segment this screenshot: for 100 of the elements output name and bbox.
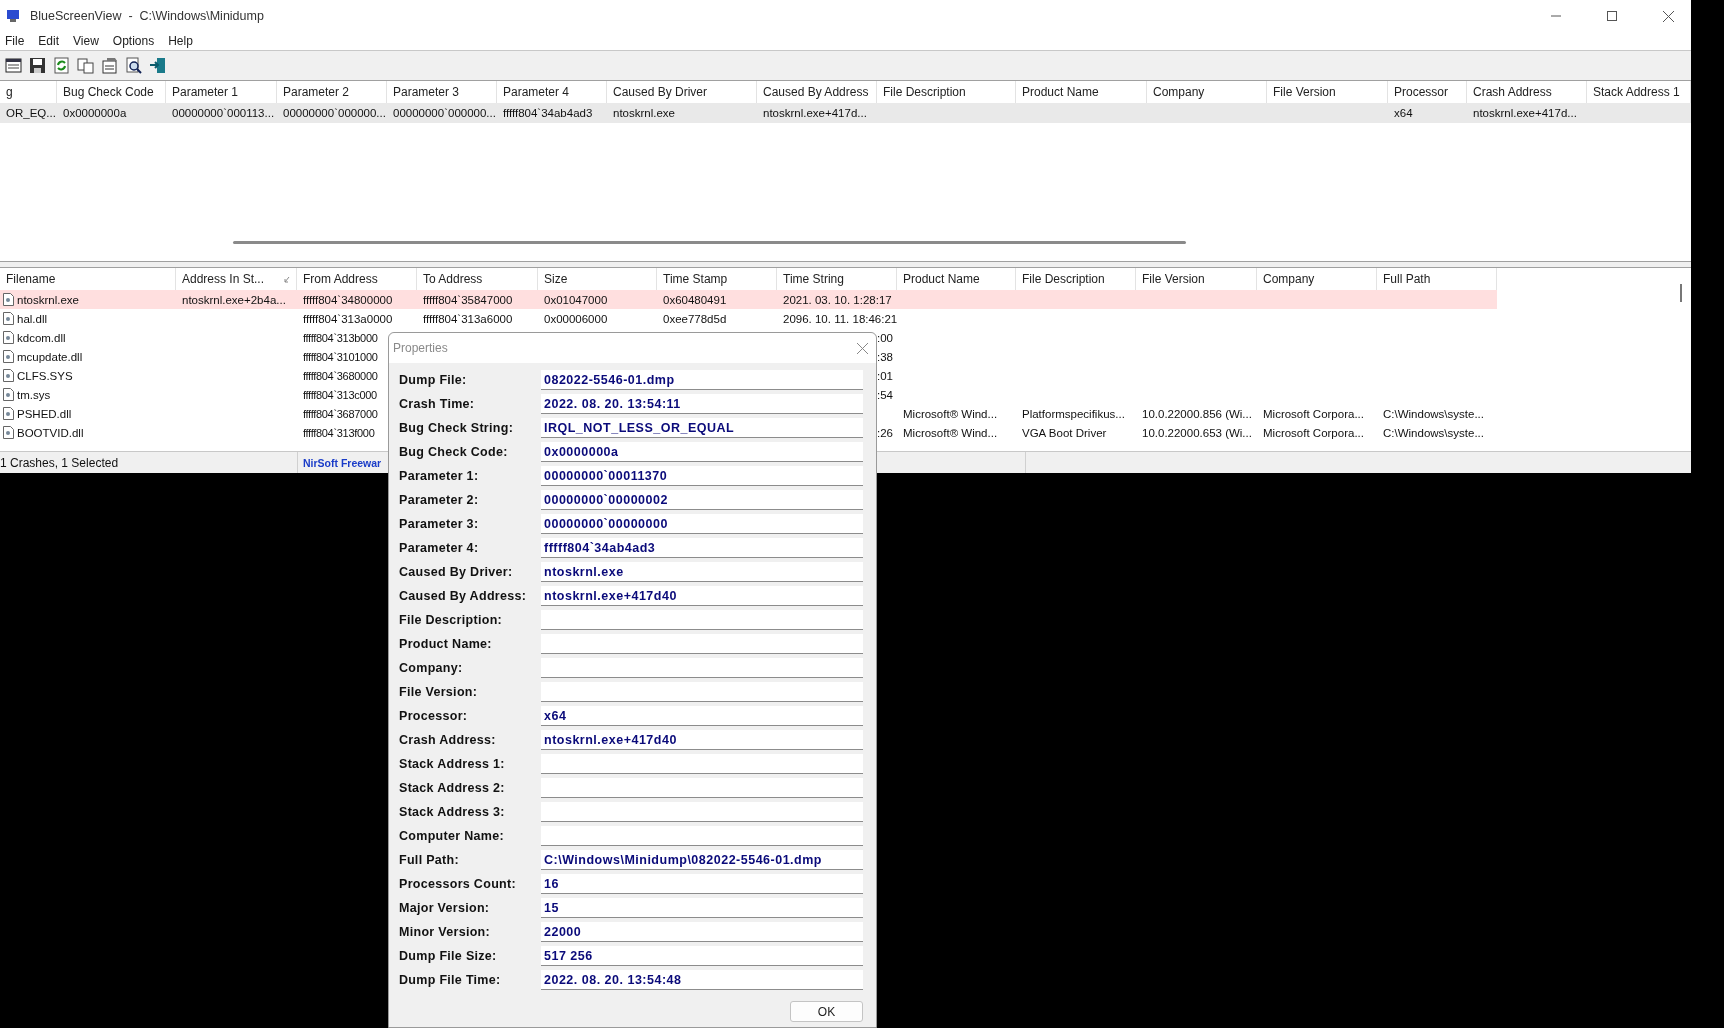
table-cell-text: fffff804`35847000 — [422, 293, 514, 306]
table-cell-text: x64 — [1393, 107, 1414, 119]
value-field[interactable]: 082022-5546-01.dmp — [541, 370, 863, 390]
field-label: Bug Check Code: — [399, 445, 509, 459]
ok-button[interactable]: OK — [790, 1001, 863, 1022]
field-label: Stack Address 1: — [399, 757, 506, 771]
close-button[interactable] — [854, 340, 870, 356]
field-label: Parameter 1: — [399, 469, 480, 483]
table-cell: hal.dll — [0, 312, 52, 325]
value-field[interactable]: 2022. 08. 20. 13:54:11 — [541, 394, 863, 414]
column-label: Size — [544, 272, 569, 286]
field-label: File Description: — [399, 613, 504, 627]
value-field[interactable] — [541, 610, 863, 630]
find-button[interactable] — [124, 56, 143, 75]
column-label: File Description — [1022, 272, 1106, 286]
column-label: Company — [1263, 272, 1316, 286]
value-field[interactable]: 517 256 — [541, 946, 863, 966]
table-cell: PSHED.dll — [0, 407, 76, 420]
value-field[interactable]: 0x0000000a — [541, 442, 863, 462]
refresh-button[interactable] — [52, 56, 71, 75]
field-label: Product Name: — [399, 637, 493, 651]
value-field[interactable]: IRQL_NOT_LESS_OR_EQUAL — [541, 418, 863, 438]
value-field[interactable] — [541, 658, 863, 678]
value-field[interactable]: ntoskrnl.exe+417d40 — [541, 730, 863, 750]
exit-button[interactable] — [148, 56, 167, 75]
column-label: Product Name — [903, 272, 981, 286]
table-row[interactable]: ntoskrnl.exe ntoskrnl.exe+2b4a... fffff804`34800000 fffff804`35847000 0x01047000 0x60480491 2021. 03. 10. 1:28:17 — [0, 290, 1497, 309]
menu-item[interactable]: Help — [165, 34, 198, 48]
value-field[interactable]: 00000000`00000000 — [541, 514, 863, 534]
scrollbar-thumb[interactable] — [1680, 284, 1682, 302]
window-button[interactable] — [4, 56, 23, 75]
file-icon — [3, 331, 14, 344]
table-cell-text: OR_EQ... — [5, 107, 57, 119]
scrollbar-thumb[interactable] — [233, 241, 1186, 244]
copy-button[interactable] — [76, 56, 95, 75]
table-cell: CLFS.SYS — [0, 369, 77, 382]
file-icon — [3, 369, 14, 382]
copy-icon — [76, 56, 95, 75]
table-cell-text: fffff804`313c000 — [302, 388, 378, 401]
value-field[interactable]: 2022. 08. 20. 13:54:48 — [541, 970, 863, 990]
field-label: Parameter 2: — [399, 493, 480, 507]
value-field[interactable] — [541, 682, 863, 702]
field-label: Stack Address 2: — [399, 781, 506, 795]
table-cell-text: Microsoft Corpora... — [1262, 407, 1365, 420]
table-cell-text: fffff804`3101000 — [302, 350, 379, 363]
value-field[interactable]: 22000 — [541, 922, 863, 942]
table-cell: tm.sys — [0, 388, 55, 401]
table-cell-text: C:\Windows\syste... — [1382, 407, 1485, 420]
field-label: Processor: — [399, 709, 469, 723]
field-label: Caused By Address: — [399, 589, 528, 603]
menu-item[interactable]: File — [2, 34, 30, 48]
value-field[interactable] — [541, 754, 863, 774]
value-field[interactable]: fffff804`34ab4ad3 — [541, 538, 863, 558]
file-icon — [3, 426, 14, 439]
table-cell-text: fffff804`313f000 — [302, 426, 376, 439]
field-label: Dump File Size: — [399, 949, 498, 963]
value-field[interactable]: 15 — [541, 898, 863, 918]
table-cell-text: C:\Windows\syste... — [1382, 426, 1485, 439]
field-label: Bug Check String: — [399, 421, 515, 435]
table-row[interactable]: OR_EQ... 0x0000000a 00000000`000113... 00000000`000000... 00000000`000000... fffff804`34ab4ad3 ntoskrnl.exe ntoskrnl.exe+417d... x64 ntoskrnl.exe+417d... — [0, 103, 1691, 123]
field-label: Parameter 3: — [399, 517, 480, 531]
table-cell: mcupdate.dll — [0, 350, 87, 363]
table-cell-text: :01 — [876, 369, 894, 382]
value-field[interactable]: ntoskrnl.exe+417d40 — [541, 586, 863, 606]
window-title: BlueScreenView - C:\Windows\Minidump — [30, 9, 265, 23]
value-field[interactable] — [541, 826, 863, 846]
file-icon — [3, 407, 14, 420]
field-label: Full Path: — [399, 853, 460, 867]
value-field[interactable]: 16 — [541, 874, 863, 894]
value-field[interactable]: x64 — [541, 706, 863, 726]
value-field[interactable] — [541, 778, 863, 798]
value-field[interactable]: C:\Windows\Minidump\082022-5546-01.dmp — [541, 850, 863, 870]
field-label: Caused By Driver: — [399, 565, 514, 579]
table-cell-text: VGA Boot Driver — [1021, 426, 1108, 439]
table-cell-text: ntoskrnl.exe+2b4a... — [181, 293, 287, 306]
column-label: Time String — [783, 272, 845, 286]
value-field[interactable]: 00000000`00011370 — [541, 466, 863, 486]
file-icon — [3, 312, 14, 325]
value-field[interactable]: ntoskrnl.exe — [541, 562, 863, 582]
menu-item[interactable]: Options — [109, 34, 160, 48]
value-field[interactable] — [541, 634, 863, 654]
dialog-title: Properties — [393, 341, 448, 355]
table-cell-text: :38 — [876, 350, 894, 363]
table-cell-text: 10.0.22000.856 (Wi... — [1141, 407, 1253, 420]
close-icon — [856, 342, 868, 354]
value-field[interactable]: 00000000`00000002 — [541, 490, 863, 510]
field-label: Dump File: — [399, 373, 468, 387]
table-cell-text: fffff804`313b000 — [302, 331, 379, 344]
table-cell-text: 00000000`000000... — [282, 107, 387, 119]
value-field[interactable] — [541, 802, 863, 822]
table-cell-text: 10.0.22000.653 (Wi... — [1141, 426, 1253, 439]
splitter-bar[interactable] — [0, 261, 1691, 268]
field-label: Major Version: — [399, 901, 491, 915]
properties-button[interactable] — [100, 56, 119, 75]
table-cell-text: 0x60480491 — [662, 293, 728, 306]
table-cell-text: Microsoft Corpora... — [1262, 426, 1365, 439]
menu-item[interactable]: View — [70, 34, 104, 48]
menu-item[interactable]: Edit — [35, 34, 65, 48]
table-cell-text: ntoskrnl.exe — [612, 107, 676, 119]
save-button[interactable] — [28, 56, 47, 75]
